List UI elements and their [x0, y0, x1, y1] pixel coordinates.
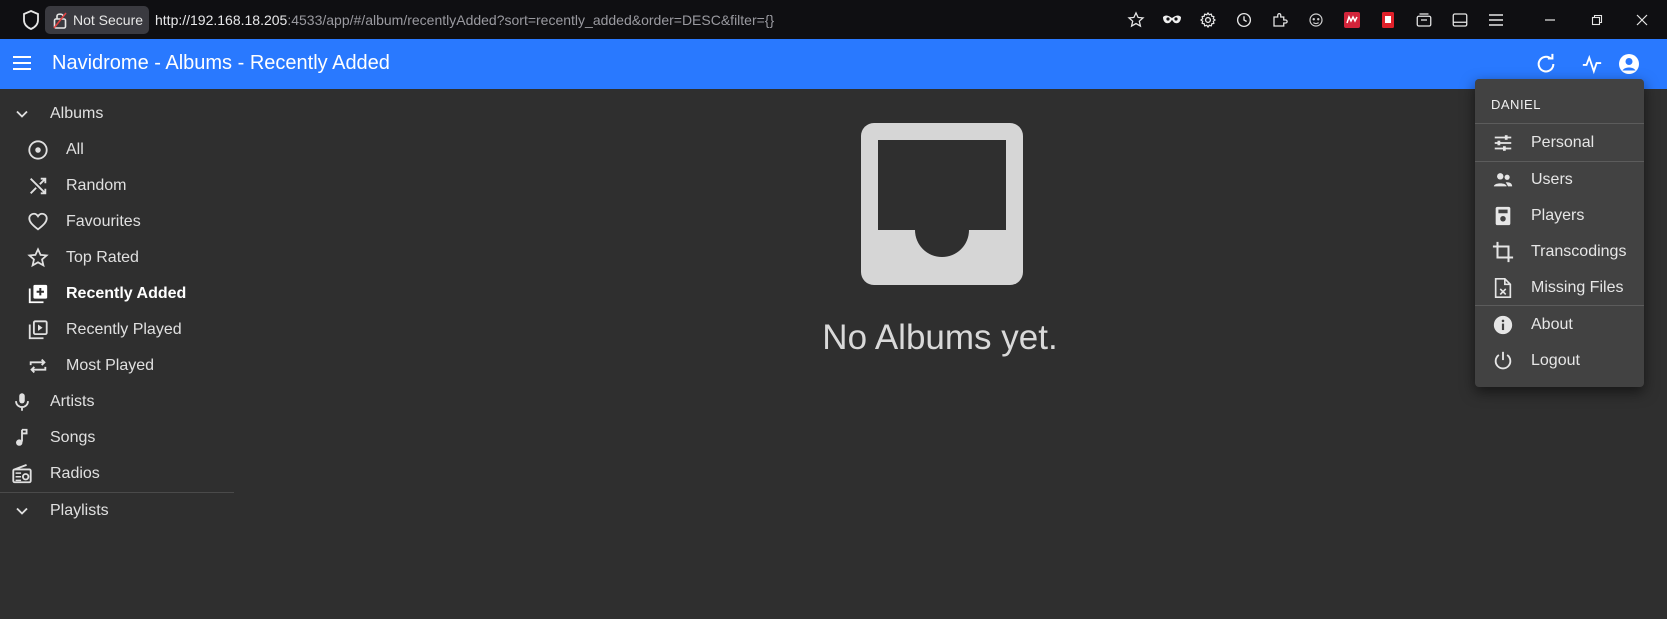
- restore-icon[interactable]: [1572, 9, 1622, 31]
- refresh-icon[interactable]: [1533, 51, 1559, 77]
- browser-toolbar: Not Secure http://192.168.18.205:4533/ap…: [0, 0, 1667, 39]
- menu-item-personal[interactable]: Personal: [1475, 126, 1644, 160]
- menu-item-label: Users: [1531, 171, 1573, 188]
- library-add-icon: [26, 282, 50, 306]
- sidebar-item-label: Songs: [50, 429, 96, 446]
- app-bar: Navidrome - Albums - Recently Added: [0, 39, 1667, 89]
- user-menu: DANIEL Personal Users Players Transcodin…: [1475, 79, 1644, 387]
- tampermonkey-icon[interactable]: [1298, 9, 1334, 31]
- sidebar-item-label: Playlists: [50, 502, 109, 519]
- sidebar-item-all[interactable]: All: [0, 132, 234, 168]
- sidebar-item-label: Top Rated: [66, 249, 139, 266]
- unlocked-icon: [53, 12, 67, 29]
- pdf-icon[interactable]: [1370, 9, 1406, 31]
- sidebar: Albums All Random Favourites Top Rated R…: [0, 96, 234, 529]
- empty-inbox-icon: [861, 123, 1023, 285]
- menu-item-players[interactable]: Players: [1475, 199, 1644, 233]
- music-note-icon: [10, 426, 34, 450]
- activity-icon[interactable]: [1579, 51, 1605, 77]
- url-path: :4533/app/#/album/recentlyAdded?sort=rec…: [287, 12, 775, 28]
- chevron-down-icon: [10, 499, 34, 523]
- sidebar-item-label: Recently Added: [66, 285, 187, 302]
- tab-container-icon[interactable]: [1406, 9, 1442, 31]
- people-icon: [1491, 168, 1515, 192]
- menu-item-about[interactable]: About: [1475, 308, 1644, 342]
- sidebar-item-recently-played[interactable]: Recently Played: [0, 312, 234, 348]
- shuffle-icon: [26, 174, 50, 198]
- gear-icon[interactable]: [1190, 9, 1226, 31]
- star-icon: [26, 246, 50, 270]
- menu-divider: [1475, 161, 1644, 162]
- radio-icon: [10, 462, 34, 486]
- sidebar-item-most-played[interactable]: Most Played: [0, 348, 234, 384]
- sidebar-item-label: Most Played: [66, 357, 155, 374]
- menu-item-missing-files[interactable]: Missing Files: [1475, 271, 1644, 305]
- power-icon: [1491, 349, 1515, 373]
- menu-divider: [1475, 305, 1644, 306]
- sidebar-item-albums[interactable]: Albums: [0, 96, 234, 132]
- star-icon[interactable]: [1118, 9, 1154, 31]
- address-bar[interactable]: http://192.168.18.205:4533/app/#/album/r…: [155, 12, 774, 28]
- file-x-icon: [1491, 276, 1515, 300]
- menu-item-logout[interactable]: Logout: [1475, 344, 1644, 378]
- sidebar-item-label: Recently Played: [66, 321, 182, 338]
- menu-item-label: Transcodings: [1531, 243, 1627, 260]
- album-disc-icon: [26, 138, 50, 162]
- sidebar-item-top-rated[interactable]: Top Rated: [0, 240, 234, 276]
- info-icon: [1491, 313, 1515, 337]
- history-icon[interactable]: [1226, 9, 1262, 31]
- menu-item-label: About: [1531, 316, 1573, 333]
- sidebar-item-artists[interactable]: Artists: [0, 384, 234, 420]
- sidebar-item-random[interactable]: Random: [0, 168, 234, 204]
- browser-toolbar-icons: [1118, 9, 1514, 31]
- menu-item-users[interactable]: Users: [1475, 163, 1644, 197]
- menu-item-label: Players: [1531, 207, 1585, 224]
- page-title: Navidrome - Albums - Recently Added: [52, 52, 390, 74]
- menu-divider: [1475, 123, 1644, 124]
- extension-icon[interactable]: [1262, 9, 1298, 31]
- incognito-icon[interactable]: [1154, 9, 1190, 31]
- menu-item-transcodings[interactable]: Transcodings: [1475, 235, 1644, 269]
- menu-item-label: Personal: [1531, 134, 1595, 151]
- ublock-icon[interactable]: [1334, 9, 1370, 31]
- crop-icon: [1491, 240, 1515, 264]
- speaker-icon: [1491, 204, 1515, 228]
- sidebar-item-playlists[interactable]: Playlists: [0, 493, 234, 529]
- chevron-down-icon: [10, 102, 34, 126]
- sidebar-item-label: Favourites: [66, 213, 141, 230]
- sidebar-item-label: Albums: [50, 105, 104, 122]
- hamburger-menu-icon[interactable]: [10, 51, 36, 77]
- menu-item-label: Logout: [1531, 352, 1580, 369]
- microphone-icon: [10, 390, 34, 414]
- sidebar-item-radios[interactable]: Radios: [0, 456, 234, 492]
- menu-icon[interactable]: [1478, 9, 1514, 31]
- account-circle-icon[interactable]: [1616, 51, 1642, 77]
- shield-icon[interactable]: [22, 10, 40, 30]
- not-secure-badge[interactable]: Not Secure: [45, 6, 149, 34]
- user-name: DANIEL: [1491, 97, 1541, 112]
- menu-item-label: Missing Files: [1531, 279, 1624, 296]
- close-icon[interactable]: [1617, 9, 1667, 31]
- sidebar-item-label: Artists: [50, 393, 95, 410]
- sidebar-item-label: Radios: [50, 465, 100, 482]
- sidebar-item-label: All: [66, 141, 84, 158]
- video-library-icon: [26, 318, 50, 342]
- sidebar-item-label: Random: [66, 177, 127, 194]
- sidebar-item-favourites[interactable]: Favourites: [0, 204, 234, 240]
- not-secure-label: Not Secure: [73, 12, 144, 28]
- sidebar-item-recently-added[interactable]: Recently Added: [0, 276, 234, 312]
- sidebar-item-songs[interactable]: Songs: [0, 420, 234, 456]
- empty-state-message: No Albums yet.: [822, 318, 1058, 357]
- heart-icon: [26, 210, 50, 234]
- sidebar-icon[interactable]: [1442, 9, 1478, 31]
- repeat-icon: [26, 354, 50, 378]
- url-host: http://192.168.18.205: [155, 12, 288, 28]
- tune-icon: [1491, 131, 1515, 155]
- minimize-icon[interactable]: [1525, 9, 1575, 31]
